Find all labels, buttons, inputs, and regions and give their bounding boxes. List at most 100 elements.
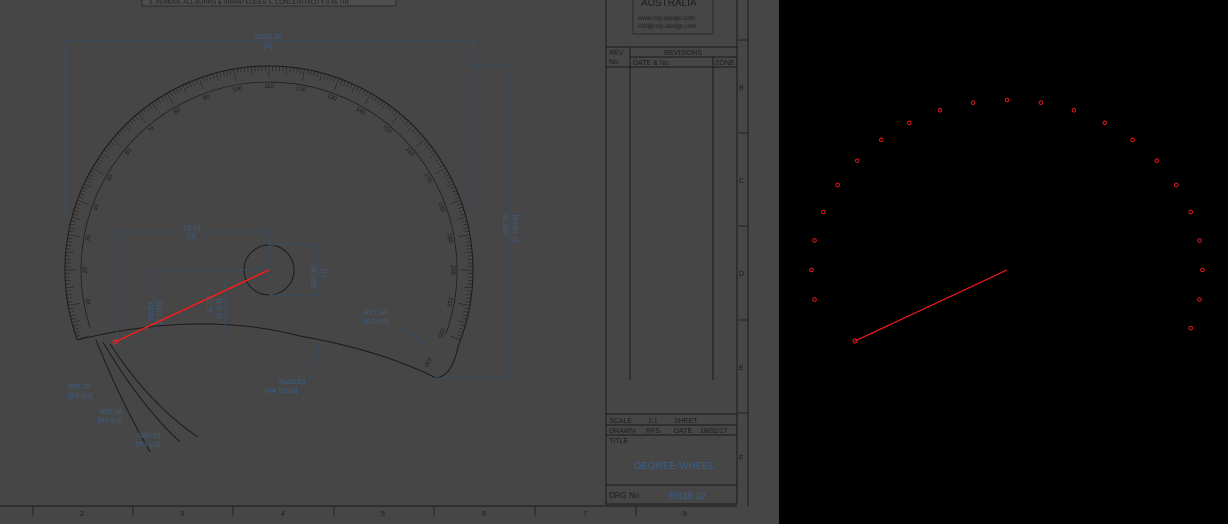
wheel-tick (391, 109, 395, 114)
wheel-tick (222, 71, 225, 77)
wheel-tick (122, 128, 127, 132)
wheel-tick (465, 300, 471, 303)
wheel-tick (365, 91, 369, 97)
wheel-degree-label: 10 (85, 297, 92, 305)
revisions-title: REVISIONS (664, 50, 702, 57)
wheel-degree-label: 80 (173, 107, 182, 116)
overlay-tick-marker (1197, 238, 1202, 243)
wheel-tick (70, 317, 76, 320)
wheel-tick (459, 210, 465, 213)
wheel-tick (394, 111, 398, 116)
overlay-tick-marker (812, 297, 817, 302)
overlay-tick-marker (1130, 137, 1135, 143)
wheel-tick (71, 216, 80, 220)
border-row-label: F (739, 455, 743, 462)
wheel-tick (112, 138, 123, 147)
wheel-tick (371, 95, 375, 100)
wheel-tick (127, 123, 131, 128)
wheel-tick (362, 89, 365, 95)
wheel-tick (323, 73, 326, 79)
wheel-degree-label: 110 (264, 84, 274, 90)
border-column-labels: 2 3 4 5 6 7 8 (80, 511, 687, 518)
overlay-tick-marker (970, 100, 976, 105)
wheel-tick (464, 286, 473, 289)
overlay-tick-marker (812, 238, 817, 243)
wheel-degree-label: 180 (436, 202, 445, 214)
wheel-tick (302, 69, 305, 81)
wheel-tick (212, 73, 215, 79)
wheel-tick (205, 75, 208, 81)
wheel-tick (385, 104, 390, 110)
wheel-tick (119, 130, 124, 135)
scale-label: SCALE (609, 418, 632, 425)
border-row-label: D (739, 271, 744, 278)
wheel-tick (72, 324, 78, 327)
overlay-tick-marker (1197, 297, 1202, 302)
overlay-tick-marker (1188, 209, 1193, 215)
overlay-tick-marker (1038, 100, 1044, 105)
drawing-title: DEGREE WHEEL (634, 461, 715, 472)
wheel-tick (429, 152, 437, 158)
wheel-tick (449, 335, 461, 341)
wheel-tick (460, 213, 466, 216)
rev-no-label-1: REV (609, 50, 624, 57)
r1-text: R95.25 (68, 384, 91, 391)
rev-no-label-2: No. (609, 59, 620, 66)
border-row-label: E (739, 365, 744, 372)
wheel-tick (69, 227, 75, 229)
wheel-tick (73, 210, 79, 213)
wheel-tick (319, 72, 323, 81)
wheel-tick (163, 95, 167, 100)
overlay-tick-marker (1102, 120, 1108, 126)
wheel-tick (293, 67, 295, 73)
date-label: DATE (674, 428, 692, 435)
wheel-tick (289, 67, 291, 73)
wheel-degree-label: 130 (326, 94, 338, 103)
notes-text: 2. REMOVE ALL BURRS & SHARP EDGES 5. CON… (149, 0, 350, 6)
center-offset-text: 75.03 (183, 225, 201, 232)
wheel-tick (179, 86, 182, 92)
wheel-tick (70, 220, 76, 223)
wheel-tick (404, 120, 409, 125)
cad-drawing-panel: 2. REMOVE ALL BURRS & SHARP EDGES 5. CON… (0, 0, 779, 524)
wheel-tick (460, 324, 466, 327)
pointer-v2-in: [1 1/4] (216, 298, 223, 318)
wheel-tick (67, 300, 73, 303)
wheel-tick (117, 133, 122, 138)
wheel-tick (182, 85, 187, 93)
wheel-tick (458, 216, 467, 220)
wheel-tick (148, 104, 153, 110)
overlay-pointer-line (854, 269, 1008, 342)
wheel-tick (381, 102, 387, 110)
wheel-tick (388, 106, 392, 112)
wheel-degree-label: 30 (85, 234, 92, 242)
cad-drawing: 2. REMOVE ALL BURRS & SHARP EDGES 5. CON… (0, 0, 749, 518)
wheel-tick (74, 331, 80, 334)
dimension-hub-dia: Ø25.40 [1] (269, 244, 328, 296)
dimension-pointer-radii: R95.25 [R3 3/4] R92.08 [R3 5/8] R88.90 [… (68, 384, 161, 449)
wheel-tick (349, 83, 353, 89)
wheel-tick (66, 294, 72, 296)
wheel-tick (66, 241, 72, 243)
overlay-tick-marker (937, 108, 943, 113)
wheel-tick (427, 147, 433, 151)
wheel-tick (236, 68, 239, 74)
wheel-tick (316, 71, 319, 77)
wheel-tick (463, 311, 469, 313)
overlay-tick-marker (809, 267, 814, 273)
wheel-tick (462, 317, 468, 320)
border-col-label: 7 (583, 511, 587, 518)
drg-label: DRG No (609, 491, 640, 500)
sheet-label: SHEET (674, 418, 698, 425)
wheel-tick (464, 251, 473, 254)
overall-height-in: [7 19/64] (513, 215, 520, 242)
wheel-tick (340, 79, 343, 85)
r1-in: [R3 3/4] (68, 393, 93, 400)
border-col-label: 4 (281, 511, 285, 518)
r-small-text: R17.34 (364, 310, 387, 317)
wheel-tick (296, 67, 298, 73)
wheel-tick (437, 161, 443, 165)
wheel-tick (415, 138, 426, 147)
wheel-tick (425, 144, 430, 148)
wheel-tick (401, 118, 406, 123)
